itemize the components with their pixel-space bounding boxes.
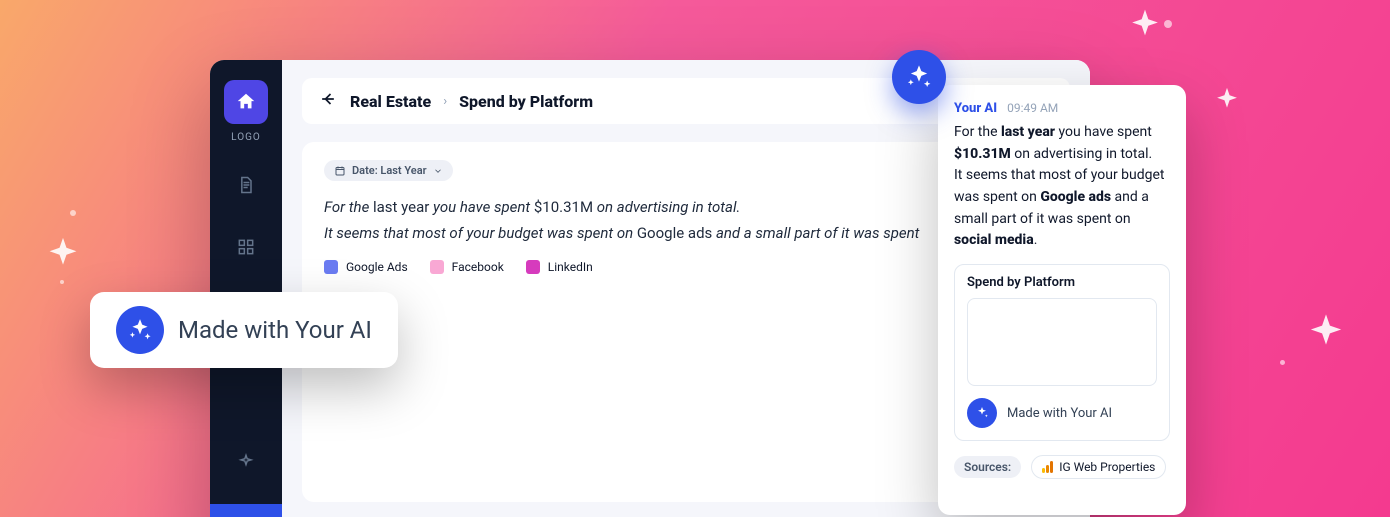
- chat-header: Your AI 09:49 AM: [954, 101, 1170, 116]
- nav-analytics-icon[interactable]: [210, 504, 282, 517]
- mini-made-label: Made with Your AI: [1007, 406, 1112, 421]
- chevron-down-icon: [433, 166, 443, 176]
- ai-badge-icon: [892, 50, 946, 104]
- source-chip-label: IG Web Properties: [1059, 460, 1155, 474]
- made-with-pill: Made with Your AI: [90, 292, 398, 368]
- dot-icon: [1280, 360, 1285, 365]
- mini-made-row: Made with Your AI: [967, 398, 1157, 428]
- sparkle-icon: [1123, 6, 1167, 50]
- legend-item-facebook: Facebook: [430, 260, 504, 274]
- chat-message: For the last year you have spent $10.31M…: [954, 122, 1170, 252]
- nav-documents-icon[interactable]: [224, 165, 268, 205]
- sparkle-icon: [1210, 85, 1244, 119]
- sources-row: Sources: IG Web Properties: [954, 455, 1170, 479]
- legend-item-linkedin: LinkedIn: [526, 260, 593, 274]
- logo[interactable]: [224, 80, 268, 124]
- made-with-label: Made with Your AI: [178, 316, 372, 344]
- date-filter-label: Date: Last Year: [352, 164, 427, 177]
- back-button[interactable]: [318, 89, 338, 113]
- sources-label: Sources:: [954, 456, 1021, 478]
- breadcrumb-leaf: Spend by Platform: [459, 92, 593, 111]
- dot-icon: [1164, 20, 1172, 28]
- dot-icon: [70, 210, 76, 216]
- mini-chart-card: Spend by Platform Made with Your AI: [954, 264, 1170, 441]
- stage: { "sidebar": { "logo_label": "LOGO" }, "…: [0, 0, 1390, 517]
- mini-stacked-bar-chart: [978, 309, 1146, 377]
- ai-badge-icon: [967, 398, 997, 428]
- nav-sparkle-icon[interactable]: [224, 442, 268, 482]
- date-filter-chip[interactable]: Date: Last Year: [324, 160, 453, 181]
- legend-item-google: Google Ads: [324, 260, 408, 274]
- breadcrumb-root[interactable]: Real Estate: [350, 92, 431, 111]
- source-chip[interactable]: IG Web Properties: [1031, 455, 1166, 479]
- chat-author: Your AI: [954, 101, 997, 116]
- analytics-icon: [1042, 461, 1053, 473]
- mini-chart-frame: [967, 298, 1157, 386]
- ai-badge-icon: [116, 306, 164, 354]
- chat-panel: Your AI 09:49 AM For the last year you h…: [938, 85, 1186, 515]
- sparkle-icon: [1300, 310, 1352, 362]
- dot-icon: [60, 280, 64, 284]
- mini-chart-title: Spend by Platform: [967, 275, 1157, 290]
- chevron-right-icon: ›: [443, 94, 447, 109]
- logo-label: LOGO: [231, 132, 261, 143]
- sparkle-icon: [40, 234, 86, 280]
- chat-timestamp: 09:49 AM: [1007, 101, 1058, 115]
- nav-apps-icon[interactable]: [224, 227, 268, 267]
- sidebar: LOGO: [210, 60, 282, 517]
